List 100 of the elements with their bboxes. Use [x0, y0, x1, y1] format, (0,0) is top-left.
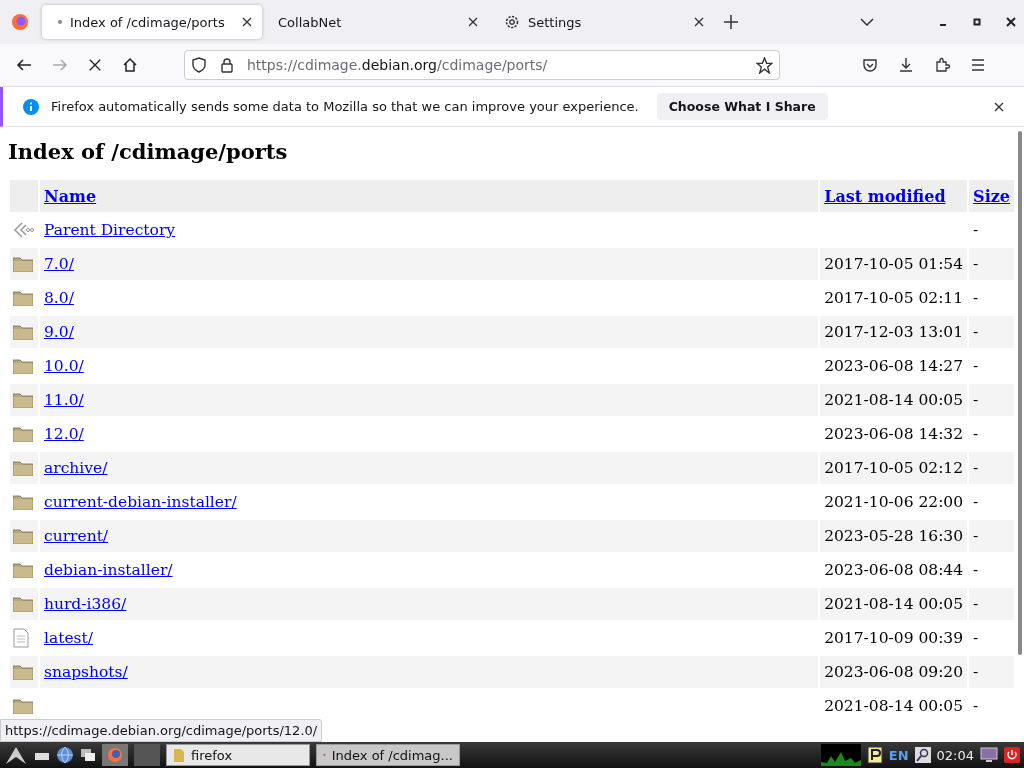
directory-link[interactable]: 10.0/ [44, 357, 84, 375]
start-menu-icon[interactable] [4, 745, 28, 765]
browser-tab[interactable]: CollabNet [268, 5, 488, 39]
bookmark-star-icon[interactable] [756, 56, 773, 74]
directory-link[interactable]: 7.0/ [44, 255, 74, 273]
directory-link[interactable]: 12.0/ [44, 425, 84, 443]
modified-date: 2021-08-14 00:05 [824, 595, 964, 613]
size-value: - [973, 663, 979, 681]
directory-link[interactable]: snapshots/ [44, 663, 128, 681]
taskbar-window-button[interactable]: Index of /cdimag... [316, 744, 460, 766]
file-icon [13, 628, 29, 648]
size-value: - [973, 561, 979, 579]
modified-date: 2017-10-05 02:11 [824, 289, 964, 307]
close-icon[interactable] [242, 17, 252, 27]
pocket-icon[interactable] [862, 57, 878, 73]
choose-share-button[interactable]: Choose What I Share [656, 93, 828, 120]
close-icon[interactable] [1006, 17, 1016, 27]
folder-icon [13, 358, 33, 374]
folder-icon [13, 698, 33, 714]
size-value: - [973, 629, 979, 647]
size-value: - [973, 289, 979, 307]
directory-link[interactable]: 9.0/ [44, 323, 74, 341]
folder-icon [13, 596, 33, 612]
modified-date: 2017-10-09 00:39 [824, 629, 964, 647]
clock: 02:04 [936, 747, 974, 763]
modified-date: 2023-06-08 14:27 [824, 357, 964, 375]
maximize-icon[interactable] [972, 17, 982, 27]
magnifier-icon[interactable] [914, 747, 931, 763]
new-tab-icon[interactable] [724, 15, 738, 29]
size-value: - [973, 697, 979, 715]
modified-date: 2023-06-08 14:32 [824, 425, 964, 443]
modified-date: 2017-10-05 01:54 [824, 255, 964, 273]
modified-date: 2021-08-14 00:05 [824, 697, 964, 715]
power-icon[interactable] [1004, 747, 1020, 763]
directory-link[interactable]: current-debian-installer/ [44, 493, 237, 511]
home-icon[interactable] [122, 57, 138, 73]
p-letter-icon[interactable] [866, 746, 883, 764]
browser-logo-icon[interactable] [11, 13, 29, 31]
directory-link[interactable]: archive/ [44, 459, 108, 477]
modified-date: 2017-10-05 02:12 [824, 459, 964, 477]
puzzle-icon[interactable] [934, 57, 950, 73]
gear-icon [504, 14, 520, 30]
modified-date: 2023-05-28 16:30 [824, 527, 964, 545]
size-value: - [973, 221, 979, 239]
directory-link[interactable]: 8.0/ [44, 289, 74, 307]
size-value: - [973, 391, 979, 409]
folder-icon [13, 528, 33, 544]
folder-icon [13, 460, 33, 476]
tab-list-icon[interactable] [860, 18, 874, 26]
directory-link[interactable]: 11.0/ [44, 391, 84, 409]
folder-icon [13, 494, 33, 510]
size-value: - [973, 595, 979, 613]
folder-icon [13, 290, 33, 306]
stop-icon[interactable] [88, 58, 102, 72]
back-icon[interactable] [16, 57, 32, 73]
directory-link[interactable]: hurd-i386/ [44, 595, 127, 613]
directory-link[interactable]: latest/ [44, 629, 93, 647]
shield-icon[interactable] [191, 57, 207, 73]
size-value: - [973, 459, 979, 477]
modified-date: 2023-06-08 09:20 [824, 663, 964, 681]
back-arrow-icon [13, 221, 35, 239]
size-value: - [973, 323, 979, 341]
keyboard-language[interactable]: EN [888, 747, 909, 763]
directory-link[interactable]: current/ [44, 527, 109, 545]
cpu-graph-icon [820, 744, 861, 766]
windows-icon[interactable] [80, 747, 96, 763]
directory-link[interactable]: debian-installer/ [44, 561, 173, 579]
modified-date: 2023-06-08 08:44 [824, 561, 964, 579]
modified-date: 2017-12-03 13:01 [824, 323, 964, 341]
size-value: - [973, 425, 979, 443]
folder-icon [13, 664, 33, 680]
page-title: Index of /cdimage/ports [8, 139, 289, 164]
close-icon[interactable] [994, 101, 1004, 112]
menu-icon[interactable] [970, 57, 986, 73]
taskbar-window-button[interactable]: firefox [166, 744, 310, 766]
folder-icon [13, 256, 33, 272]
browser-tab[interactable]: Index of /cdimage/ports [42, 5, 262, 39]
address-bar[interactable]: https://cdimage.debian.org/cdimage/ports/ [184, 50, 780, 80]
lock-icon[interactable] [219, 57, 235, 73]
notification-message: Firefox automatically sends some data to Mozilla so that we can improve your experience. [51, 99, 639, 114]
browser-tab[interactable]: Settings [494, 5, 714, 39]
modified-date: 2021-08-14 00:05 [824, 391, 964, 409]
globe-icon[interactable] [56, 746, 74, 764]
size-value: - [973, 527, 979, 545]
size-value: - [973, 357, 979, 375]
folder-icon [13, 562, 33, 578]
modified-date: 2021-10-06 22:00 [824, 493, 964, 511]
folder-icon [173, 747, 185, 763]
info-icon [23, 98, 39, 115]
size-value: - [973, 255, 979, 273]
folder-icon [13, 426, 33, 442]
close-icon[interactable] [468, 17, 478, 27]
folder-icon [13, 392, 33, 408]
monitor-icon[interactable] [980, 747, 998, 763]
close-icon[interactable] [694, 17, 704, 27]
scrollbar[interactable] [1018, 131, 1022, 655]
download-icon[interactable] [898, 57, 914, 73]
column-header-link[interactable]: Name [44, 186, 97, 206]
link-status-tooltip: https://cdimage.debian.org/cdimage/ports/12.0/ [0, 719, 323, 742]
directory-link[interactable]: Parent Directory [44, 221, 176, 239]
